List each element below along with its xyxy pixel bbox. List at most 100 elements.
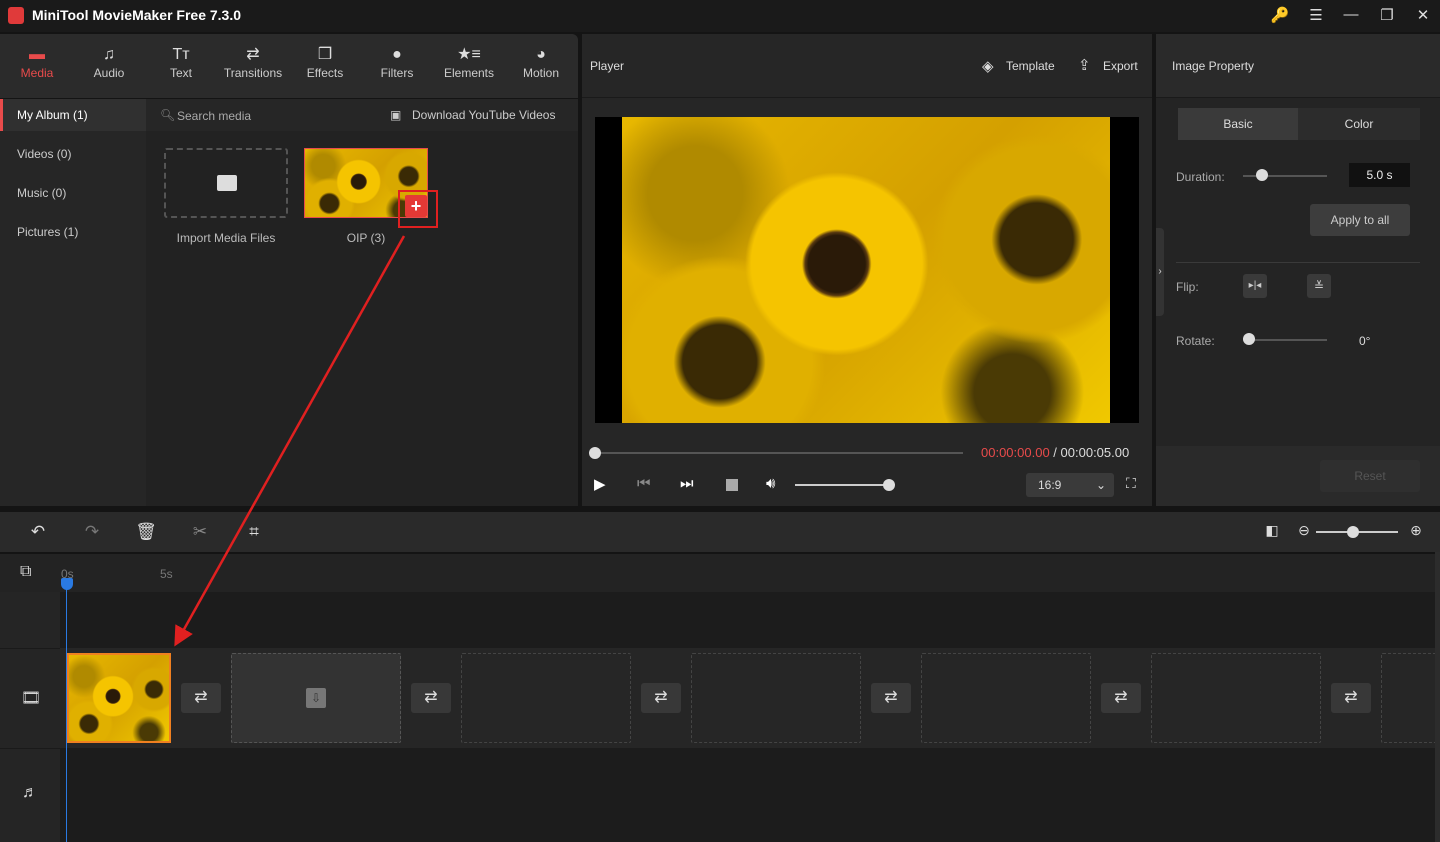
next-frame-button[interactable]: ⏭ (680, 475, 694, 492)
volume-handle[interactable] (883, 479, 895, 491)
divider (1176, 262, 1420, 263)
duration-handle[interactable] (1256, 169, 1268, 181)
zoom-out-icon[interactable]: ⊖ (1292, 522, 1316, 539)
audio-track (0, 748, 1435, 842)
tab-label: Text (169, 66, 192, 80)
transition-slot[interactable]: ⇄ (411, 683, 451, 713)
motion-icon: ◕ (536, 46, 546, 63)
youtube-download-icon[interactable]: ▣ (390, 108, 401, 122)
undo-icon[interactable]: ↶ (26, 522, 50, 542)
seek-handle[interactable] (589, 447, 601, 459)
maximize-icon[interactable]: ❐ (1375, 6, 1399, 24)
fullscreen-icon[interactable]: ⛶ (1126, 475, 1136, 492)
download-youtube-link[interactable]: Download YouTube Videos (412, 108, 555, 122)
tab-transitions[interactable]: ⇄ Transitions (221, 44, 285, 80)
reset-button[interactable]: Reset (1320, 460, 1420, 492)
split-icon[interactable]: ✂ (188, 522, 212, 542)
sidebar-item-videos[interactable]: Videos (0) (0, 138, 146, 170)
player-panel: Player ◈ Template ⇪ Export 00:00:00.00 /… (582, 34, 1152, 506)
zoom-in-icon[interactable]: ⊕ (1404, 522, 1428, 539)
overlay-track (0, 592, 1435, 648)
tab-text[interactable]: Tт Text (149, 44, 213, 80)
playhead-line (66, 580, 67, 842)
duration-input[interactable]: 5.0 s (1349, 163, 1410, 187)
tab-color[interactable]: Color (1298, 108, 1420, 140)
tab-basic[interactable]: Basic (1178, 108, 1298, 140)
transition-slot[interactable]: ⇄ (641, 683, 681, 713)
timeline-zoom-handle[interactable] (1347, 526, 1359, 538)
elements-icon: ★≡ (457, 46, 481, 63)
empty-slot (691, 653, 861, 743)
player-title: Player (590, 59, 625, 73)
key-icon[interactable]: 🔑 (1268, 6, 1292, 24)
time-separator: / (1049, 445, 1061, 460)
film-icon: 🎞︎ (21, 690, 42, 707)
close-icon[interactable]: ✕ (1411, 6, 1435, 24)
seek-bar[interactable] (595, 452, 963, 454)
add-track-icon[interactable]: ⧉ (20, 563, 31, 581)
folder-icon: ▬ (29, 46, 45, 63)
stop-button[interactable] (726, 479, 738, 491)
video-preview (595, 117, 1139, 423)
text-icon: Tт (172, 46, 190, 63)
flip-horizontal-button[interactable]: ▸|◂ (1243, 274, 1267, 298)
apply-to-all-button[interactable]: Apply to all (1310, 204, 1410, 236)
tab-audio[interactable]: ♫ Audio (77, 44, 141, 80)
media-sidebar: My Album (1) Videos (0) Music (0) Pictur… (0, 99, 146, 506)
tab-media[interactable]: ▬ Media (5, 44, 69, 80)
collapse-panel-toggle[interactable]: › (1156, 228, 1164, 316)
timeline-clip[interactable] (67, 653, 171, 743)
empty-slot (1381, 653, 1435, 743)
player-header (582, 34, 1152, 98)
rotate-slider[interactable] (1243, 339, 1327, 341)
timeline-scrollbar[interactable] (1435, 552, 1440, 842)
template-icon: ◈ (982, 58, 994, 75)
menu-icon[interactable]: ☰ (1304, 6, 1328, 24)
redo-icon[interactable]: ↷ (80, 522, 104, 542)
tab-effects[interactable]: ❒ Effects (293, 44, 357, 80)
drop-slot[interactable]: ⇩ (231, 653, 401, 743)
tab-label: Media (20, 66, 54, 80)
crop-icon[interactable]: ⌗ (242, 522, 266, 542)
chevron-down-icon: ⌄ (1095, 478, 1106, 492)
template-button[interactable]: Template (1006, 59, 1055, 73)
aspect-ratio-select[interactable]: 16:9 ⌄ (1026, 473, 1114, 497)
tab-filters[interactable]: ● Filters (365, 44, 429, 80)
transition-slot[interactable]: ⇄ (181, 683, 221, 713)
preview-image (622, 117, 1110, 423)
music-icon: ♫ (103, 46, 115, 63)
media-search-bar: 🔍︎ Search media ▣ Download YouTube Video… (146, 99, 578, 131)
sidebar-item-my-album[interactable]: My Album (1) (0, 99, 146, 131)
flip-vertical-button[interactable]: ≚ (1307, 274, 1331, 298)
add-to-timeline-button[interactable]: + (405, 195, 427, 217)
play-button[interactable]: ▶ (594, 475, 606, 493)
transition-slot[interactable]: ⇄ (871, 683, 911, 713)
search-input[interactable]: Search media (177, 109, 251, 123)
aspect-ratio-value: 16:9 (1038, 478, 1062, 492)
export-button[interactable]: Export (1103, 59, 1138, 73)
empty-slot (1151, 653, 1321, 743)
volume-slider[interactable] (795, 484, 889, 486)
sidebar-item-music[interactable]: Music (0) (0, 177, 146, 209)
current-time: 00:00:00.00 (981, 445, 1050, 460)
tab-elements[interactable]: ★≡ Elements (437, 44, 501, 80)
sidebar-item-pictures[interactable]: Pictures (1) (0, 216, 146, 248)
rotate-handle[interactable] (1243, 333, 1255, 345)
tab-label: Filters (380, 66, 414, 80)
duration-label: Duration: (1176, 170, 1225, 184)
import-media-button[interactable] (164, 148, 288, 218)
rotate-value: 0° (1359, 334, 1371, 348)
transition-slot[interactable]: ⇄ (1331, 683, 1371, 713)
delete-icon[interactable]: 🗑︎ (134, 522, 158, 542)
playhead-handle[interactable] (61, 578, 73, 590)
tab-label: Effects (306, 66, 344, 80)
music-icon: ♬ (22, 784, 38, 801)
fit-timeline-icon[interactable]: ◧ (1260, 522, 1284, 539)
tab-label: Elements (443, 66, 495, 80)
import-media-label: Import Media Files (176, 231, 276, 245)
previous-frame-button[interactable]: ⏮ (637, 475, 651, 492)
tab-motion[interactable]: ◕ Motion (509, 44, 573, 80)
transition-slot[interactable]: ⇄ (1101, 683, 1141, 713)
volume-icon[interactable]: 🔊︎ (766, 475, 775, 492)
minimize-icon[interactable]: — (1339, 6, 1363, 23)
